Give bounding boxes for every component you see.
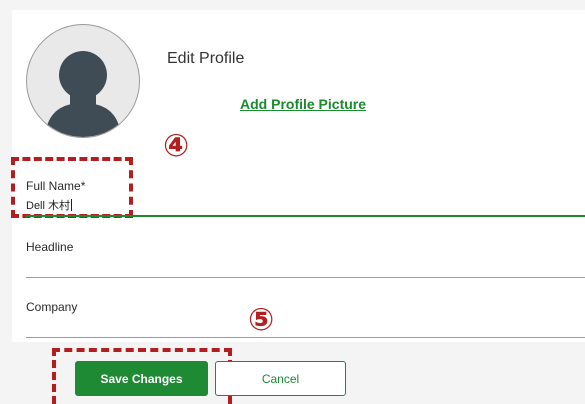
avatar[interactable] (26, 24, 140, 138)
headline-underline (26, 277, 585, 278)
headline-label: Headline (26, 240, 74, 254)
user-silhouette-icon (45, 51, 121, 137)
full-name-input[interactable]: Dell 木村 (26, 197, 73, 213)
full-name-label: Full Name* (26, 179, 86, 193)
company-input[interactable] (26, 318, 576, 332)
full-name-underline (26, 215, 585, 217)
step-4-marker: ④ (163, 128, 190, 163)
company-underline (26, 337, 585, 338)
add-profile-picture-link[interactable]: Add Profile Picture (240, 96, 366, 112)
headline-input[interactable] (26, 257, 576, 271)
page-title: Edit Profile (167, 50, 245, 67)
text-caret (71, 199, 73, 211)
cancel-button[interactable]: Cancel (215, 361, 346, 396)
company-label: Company (26, 300, 78, 314)
save-changes-button[interactable]: Save Changes (75, 361, 208, 396)
